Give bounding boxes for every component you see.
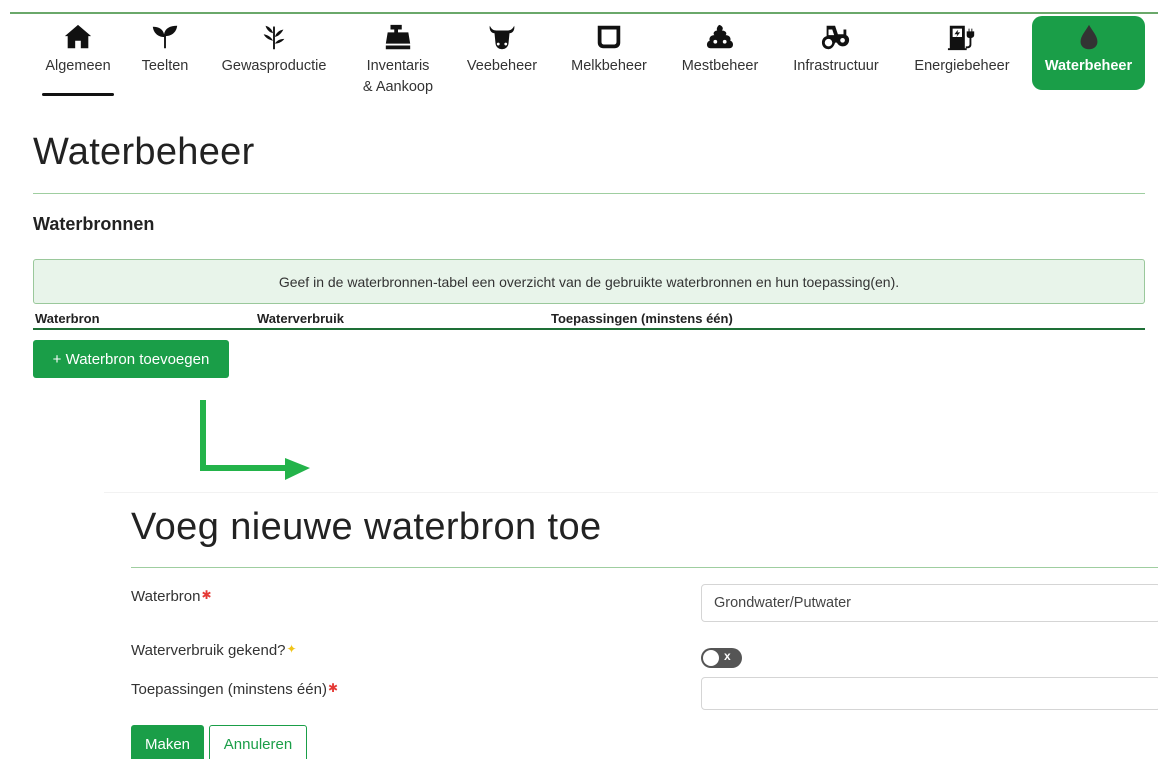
nav-item-waterbeheer[interactable]: Waterbeheer bbox=[1032, 16, 1145, 90]
nav-label: Veebeheer bbox=[466, 58, 538, 74]
form-title: Voeg nieuwe waterbron toe bbox=[131, 506, 602, 548]
table-header: Waterbron Waterverbruik Toepassingen (mi… bbox=[33, 309, 1145, 330]
water-drop-icon bbox=[1074, 20, 1104, 54]
charging-station-icon bbox=[947, 20, 977, 54]
sprout-icon bbox=[150, 20, 180, 54]
cancel-button[interactable]: Annuleren bbox=[209, 725, 307, 759]
nav-label: Melkbeheer bbox=[571, 58, 647, 74]
nav-label: Mestbeheer bbox=[681, 58, 759, 74]
waterbron-label: Waterbron✱ bbox=[131, 588, 212, 605]
form-divider bbox=[131, 567, 1158, 568]
cash-register-icon bbox=[383, 20, 413, 54]
required-marker: ✱ bbox=[201, 588, 212, 602]
toepassingen-input[interactable] bbox=[701, 677, 1158, 710]
nav-label: Gewasproductie bbox=[221, 58, 327, 74]
column-header-waterverbruik: Waterverbruik bbox=[257, 311, 344, 326]
nav-item-teelten[interactable]: Teelten bbox=[136, 20, 194, 100]
section-title: Waterbronnen bbox=[33, 214, 155, 234]
nav-item-infrastructuur[interactable]: Infrastructuur bbox=[786, 20, 886, 100]
milk-tank-icon bbox=[594, 20, 624, 54]
tractor-icon bbox=[821, 20, 851, 54]
nav-label-line2: & Aankoop bbox=[362, 79, 434, 95]
nav-item-mestbeheer[interactable]: Mestbeheer bbox=[674, 20, 766, 100]
nav-item-energiebeheer[interactable]: Energiebeheer bbox=[907, 20, 1017, 100]
required-marker: ✱ bbox=[327, 681, 339, 695]
title-divider bbox=[33, 193, 1145, 194]
nav-item-gewasproductie[interactable]: Gewasproductie bbox=[214, 20, 334, 100]
make-button[interactable]: Maken bbox=[131, 725, 204, 759]
page-title: Waterbeheer bbox=[33, 131, 255, 173]
nav-item-veebeheer[interactable]: Veebeheer bbox=[462, 20, 542, 100]
nav-item-algemeen[interactable]: Algemeen bbox=[40, 20, 116, 100]
optional-marker: ✦ bbox=[286, 642, 297, 656]
toggle-knob bbox=[703, 650, 719, 666]
nav-label: Teelten bbox=[141, 58, 189, 74]
waterverbruik-label: Waterverbruik gekend?✦ bbox=[131, 642, 297, 659]
column-header-toepassingen: Toepassingen (minstens één) bbox=[551, 311, 733, 326]
waterverbruik-toggle[interactable]: x bbox=[701, 648, 742, 668]
nav-item-inventaris[interactable]: Inventaris & Aankoop bbox=[356, 20, 440, 100]
top-navigation: Algemeen Teelten Gewasproductie Inventar… bbox=[10, 12, 1158, 112]
nav-label: Waterbeheer bbox=[1044, 58, 1133, 74]
toepassingen-label: Toepassingen (minstens één)✱ bbox=[131, 681, 339, 698]
info-alert: Geef in de waterbronnen-tabel een overzi… bbox=[33, 259, 1145, 304]
plant-icon bbox=[259, 20, 289, 54]
nav-label: Infrastructuur bbox=[793, 58, 879, 74]
nav-label: Energiebeheer bbox=[914, 58, 1010, 74]
nav-label: Algemeen bbox=[45, 58, 111, 74]
column-header-waterbron: Waterbron bbox=[35, 311, 100, 326]
cow-icon bbox=[487, 20, 517, 54]
active-underline bbox=[42, 93, 114, 96]
add-waterbron-button[interactable]: + Waterbron toevoegen bbox=[33, 340, 229, 378]
waterbron-select[interactable]: Grondwater/Putwater bbox=[701, 584, 1158, 622]
home-icon bbox=[63, 20, 93, 54]
nav-item-melkbeheer[interactable]: Melkbeheer bbox=[563, 20, 655, 100]
flow-arrow-icon bbox=[200, 400, 310, 480]
toggle-off-icon: x bbox=[724, 649, 731, 663]
nav-label: Inventaris bbox=[366, 58, 430, 74]
manure-icon bbox=[705, 20, 735, 54]
